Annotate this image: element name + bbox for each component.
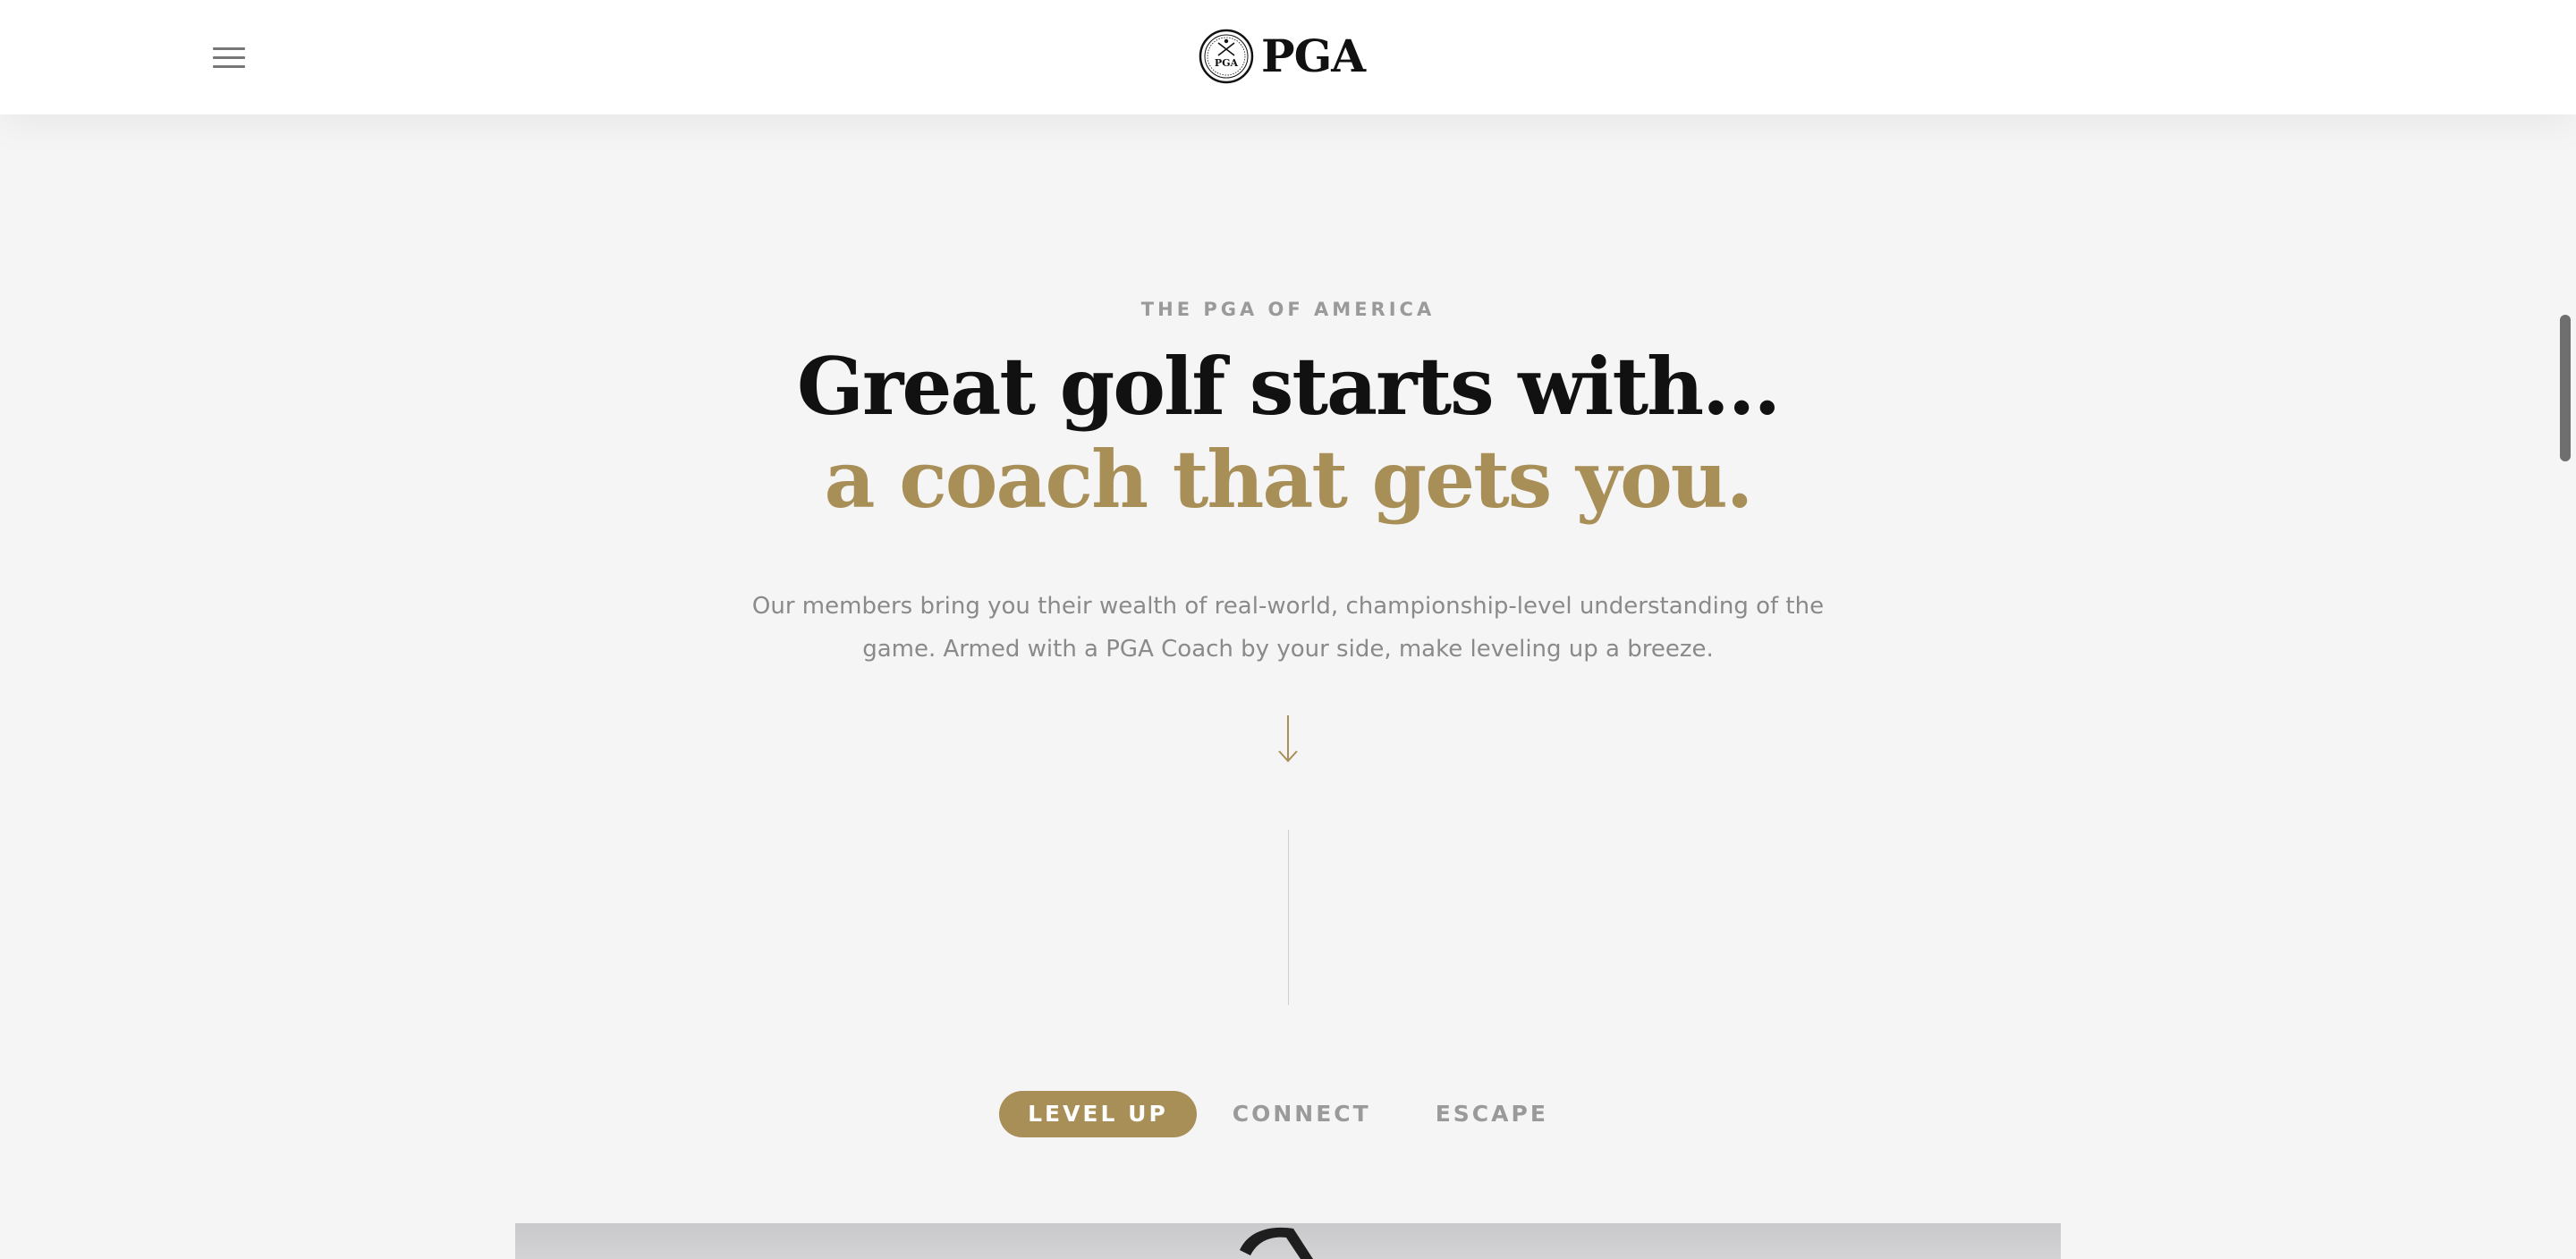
intro-body-text: Our members bring you their wealth of re… xyxy=(751,593,1825,663)
tab-connect[interactable]: CONNECT xyxy=(1204,1091,1400,1137)
headline-line-2: a coach that gets you. xyxy=(824,433,1754,526)
tab-level-up[interactable]: LEVEL UP xyxy=(999,1091,1197,1137)
brand-wordmark: PGA xyxy=(1261,30,1366,82)
tab-escape[interactable]: ESCAPE xyxy=(1407,1091,1577,1137)
feature-image xyxy=(515,1223,2061,1259)
hamburger-icon-bar-middle xyxy=(213,56,245,59)
seal-text: PGA xyxy=(1215,57,1239,69)
page-headline: Great golf starts with… a coach that get… xyxy=(0,340,2576,526)
eyebrow-label: THE PGA OF AMERICA xyxy=(1140,299,1436,320)
hamburger-icon-bar-bottom xyxy=(213,65,245,68)
golf-club-image-fragment xyxy=(1240,1227,1313,1259)
vertical-divider xyxy=(1288,830,1289,1005)
arrow-down-icon[interactable] xyxy=(1275,714,1301,764)
feature-tabs: LEVEL UP CONNECT ESCAPE xyxy=(0,1091,2576,1137)
site-header: PGA PGA xyxy=(0,0,2576,114)
hamburger-icon-bar-top xyxy=(213,47,245,50)
headline-line-1: Great golf starts with… xyxy=(796,340,1781,433)
pga-seal-logo: PGA xyxy=(1199,29,1254,84)
menu-button[interactable] xyxy=(208,39,250,75)
pga-logo-link[interactable]: PGA PGA xyxy=(1199,27,1366,86)
